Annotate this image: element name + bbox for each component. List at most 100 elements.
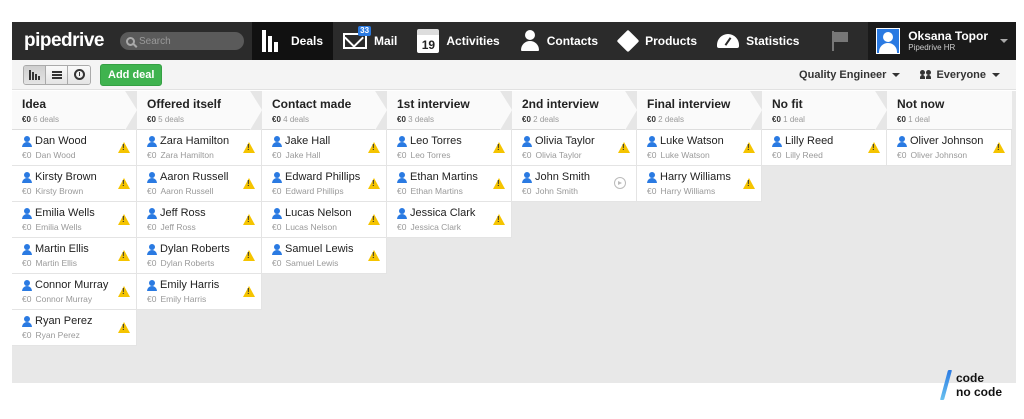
person-icon xyxy=(647,171,657,183)
deal-card[interactable]: Jake Hall €0 Jake Hall xyxy=(262,130,387,166)
watermark-text: code no code xyxy=(956,371,1002,399)
stage-name: Final interview xyxy=(647,97,731,111)
deal-card[interactable]: Connor Murray €0 Connor Murray xyxy=(12,274,137,310)
stage-value: €0 xyxy=(647,115,656,124)
stage-header[interactable]: No fit €0 1 deal xyxy=(762,91,887,130)
warning-icon[interactable] xyxy=(243,214,255,225)
nav-mail[interactable]: 33 Mail xyxy=(333,22,407,60)
deal-card[interactable]: Aaron Russell €0 Aaron Russell xyxy=(137,166,262,202)
warning-icon[interactable] xyxy=(493,142,505,153)
deal-title: Jeff Ross xyxy=(160,207,206,219)
deal-card[interactable]: Martin Ellis €0 Martin Ellis xyxy=(12,238,137,274)
topbar-right: Oksana Topor Pipedrive HR xyxy=(832,22,1016,60)
nav-contacts[interactable]: Contacts xyxy=(510,22,608,60)
deal-value: €0 xyxy=(147,294,157,304)
deal-card[interactable]: Jeff Ross €0 Jeff Ross xyxy=(137,202,262,238)
deal-value: €0 xyxy=(147,186,157,196)
nav-products[interactable]: Products xyxy=(608,22,707,60)
warning-icon[interactable] xyxy=(993,142,1005,153)
warning-icon[interactable] xyxy=(118,322,130,333)
warning-icon[interactable] xyxy=(243,286,255,297)
stage-column: Luke Watson€0Luke WatsonHarry Williams€0… xyxy=(637,130,762,346)
add-deal-button[interactable]: Add deal xyxy=(100,63,163,86)
deal-title: Oliver Johnson xyxy=(910,135,984,147)
warning-icon[interactable] xyxy=(118,214,130,225)
warning-icon[interactable] xyxy=(493,214,505,225)
stage-summary: €0 1 deal xyxy=(897,115,1012,124)
deal-card[interactable]: Edward Phillips €0 Edward Phillips xyxy=(262,166,387,202)
warning-icon[interactable] xyxy=(243,178,255,189)
deal-card[interactable]: Dylan Roberts €0 Dylan Roberts xyxy=(137,238,262,274)
warning-icon[interactable] xyxy=(243,142,255,153)
warning-icon[interactable] xyxy=(743,178,755,189)
deal-card[interactable]: Harry Williams €0 Harry Williams xyxy=(637,166,762,202)
stage-header[interactable]: Contact made €0 4 deals xyxy=(262,91,387,130)
deal-card[interactable]: John Smith €0 John Smith xyxy=(512,166,637,202)
person-icon xyxy=(772,135,782,147)
stage-columns: Dan Wood€0Dan WoodKirsty Brown€0Kirsty B… xyxy=(12,130,1016,346)
deal-person: Jessica Clark xyxy=(410,222,462,232)
stage-header[interactable]: Offered itself €0 5 deals xyxy=(137,91,262,130)
flag-icon[interactable] xyxy=(832,31,850,51)
person-icon xyxy=(647,135,657,147)
user-menu[interactable]: Oksana Topor Pipedrive HR xyxy=(868,22,1016,60)
deal-person: Jake Hall xyxy=(285,150,321,160)
search-input[interactable]: Search xyxy=(120,32,244,50)
deal-card[interactable]: Samuel Lewis €0 Samuel Lewis xyxy=(262,238,387,274)
deal-card[interactable]: Emily Harris €0 Emily Harris xyxy=(137,274,262,310)
deal-card[interactable]: Lilly Reed €0 Lilly Reed xyxy=(762,130,887,166)
deal-card[interactable]: Emilia Wells €0 Emilia Wells xyxy=(12,202,137,238)
pipeline-view-icon xyxy=(29,69,40,80)
deal-card[interactable]: Oliver Johnson €0 Oliver Johnson xyxy=(887,130,1012,166)
deal-person: Leo Torres xyxy=(410,150,451,160)
list-view-button[interactable] xyxy=(46,65,68,84)
warning-icon[interactable] xyxy=(868,142,880,153)
warning-icon[interactable] xyxy=(118,178,130,189)
deal-value: €0 xyxy=(147,222,157,232)
next-activity-icon[interactable] xyxy=(614,177,626,189)
warning-icon[interactable] xyxy=(743,142,755,153)
stage-header[interactable]: Idea €0 6 deals xyxy=(12,91,137,130)
deal-person: Samuel Lewis xyxy=(285,258,339,268)
deal-card[interactable]: Lucas Nelson €0 Lucas Nelson xyxy=(262,202,387,238)
deal-card[interactable]: Ethan Martins €0 Ethan Martins xyxy=(387,166,512,202)
stage-header[interactable]: 1st interview €0 3 deals xyxy=(387,91,512,130)
warning-icon[interactable] xyxy=(618,142,630,153)
nav-statistics[interactable]: Statistics xyxy=(707,22,809,60)
warning-icon[interactable] xyxy=(118,142,130,153)
deal-card[interactable]: Kirsty Brown €0 Kirsty Brown xyxy=(12,166,137,202)
warning-icon[interactable] xyxy=(368,250,380,261)
warning-icon[interactable] xyxy=(493,178,505,189)
deal-card[interactable]: Dan Wood €0 Dan Wood xyxy=(12,130,137,166)
deal-card[interactable]: Ryan Perez €0 Ryan Perez xyxy=(12,310,137,346)
deal-card[interactable]: Jessica Clark €0 Jessica Clark xyxy=(387,202,512,238)
pipeline-dropdown[interactable]: Quality Engineer xyxy=(799,69,901,81)
deal-title: Ethan Martins xyxy=(410,171,478,183)
warning-icon[interactable] xyxy=(368,178,380,189)
deal-card[interactable]: Olivia Taylor €0 Olivia Taylor xyxy=(512,130,637,166)
pipedrive-logo[interactable]: pipedrive xyxy=(24,30,108,52)
deal-person: Jeff Ross xyxy=(160,222,196,232)
warning-icon[interactable] xyxy=(368,214,380,225)
pipeline-view-button[interactable] xyxy=(24,65,46,84)
nav-deals[interactable]: Deals xyxy=(252,22,334,60)
stage-header[interactable]: Final interview €0 2 deals xyxy=(637,91,762,130)
calendar-icon: 19 xyxy=(417,29,440,53)
owner-filter-dropdown[interactable]: Everyone xyxy=(920,69,1000,81)
person-icon xyxy=(147,135,157,147)
deal-card[interactable]: Leo Torres €0 Leo Torres xyxy=(387,130,512,166)
warning-icon[interactable] xyxy=(118,250,130,261)
nav-products-label: Products xyxy=(645,34,698,48)
stage-column: Dan Wood€0Dan WoodKirsty Brown€0Kirsty B… xyxy=(12,130,137,346)
warning-icon[interactable] xyxy=(243,250,255,261)
stage-summary: €0 2 deals xyxy=(647,115,762,124)
warning-icon[interactable] xyxy=(118,286,130,297)
deal-card[interactable]: Luke Watson €0 Luke Watson xyxy=(637,130,762,166)
stage-header[interactable]: 2nd interview €0 2 deals xyxy=(512,91,637,130)
nav-activities[interactable]: 19 Activities xyxy=(407,22,509,60)
warning-icon[interactable] xyxy=(368,142,380,153)
deal-value: €0 xyxy=(22,222,32,232)
deal-card[interactable]: Zara Hamilton €0 Zara Hamilton xyxy=(137,130,262,166)
timeline-view-button[interactable] xyxy=(68,65,90,84)
stage-header[interactable]: Not now €0 1 deal xyxy=(887,91,1012,130)
